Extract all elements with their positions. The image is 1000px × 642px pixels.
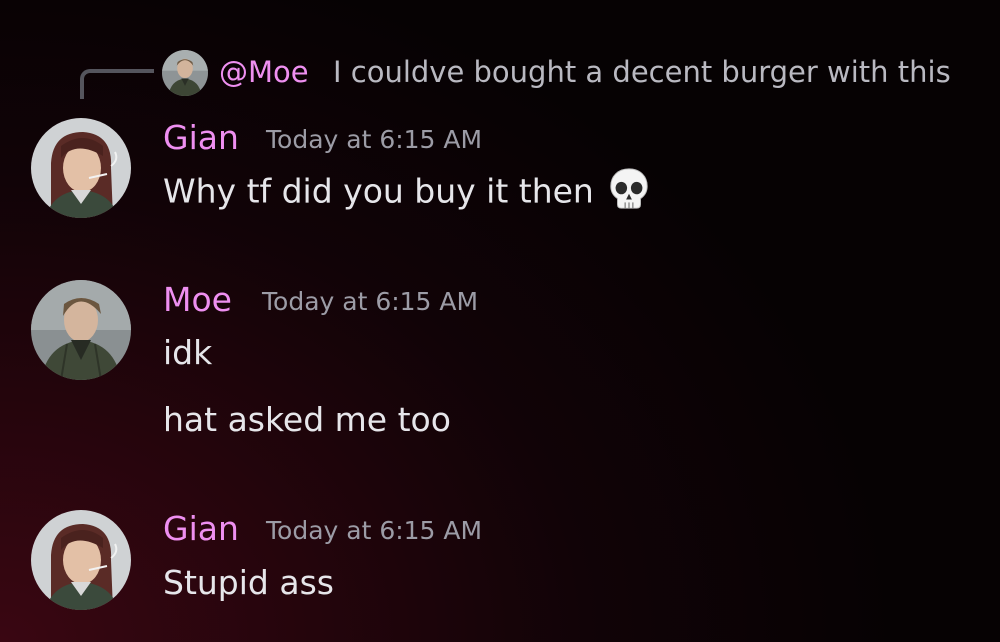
skull-emoji-icon — [606, 166, 652, 212]
avatar-moe[interactable] — [31, 280, 131, 380]
reply-mention[interactable]: @Moe — [219, 58, 309, 87]
avatar-gian[interactable] — [31, 510, 131, 610]
reply-preview-text[interactable]: I couldve bought a decent burger with th… — [333, 58, 951, 87]
message-timestamp: Today at 6:15 AM — [266, 516, 483, 545]
username-moe[interactable]: Moe — [163, 283, 232, 316]
message-timestamp: Today at 6:15 AM — [266, 125, 483, 154]
reply-connector — [80, 69, 154, 99]
message-line: Why tf did you buy it then — [163, 171, 594, 211]
avatar-gian[interactable] — [31, 118, 131, 218]
message-text: idk — [163, 333, 213, 372]
username-gian[interactable]: Gian — [163, 121, 239, 154]
username-gian[interactable]: Gian — [163, 512, 239, 545]
reply-avatar-moe[interactable] — [162, 50, 208, 96]
message-timestamp: Today at 6:15 AM — [262, 287, 479, 316]
message-text: Stupid ass — [163, 563, 334, 602]
message-text: Why tf did you buy it then — [163, 168, 652, 212]
message-text: hat asked me too — [163, 400, 451, 439]
